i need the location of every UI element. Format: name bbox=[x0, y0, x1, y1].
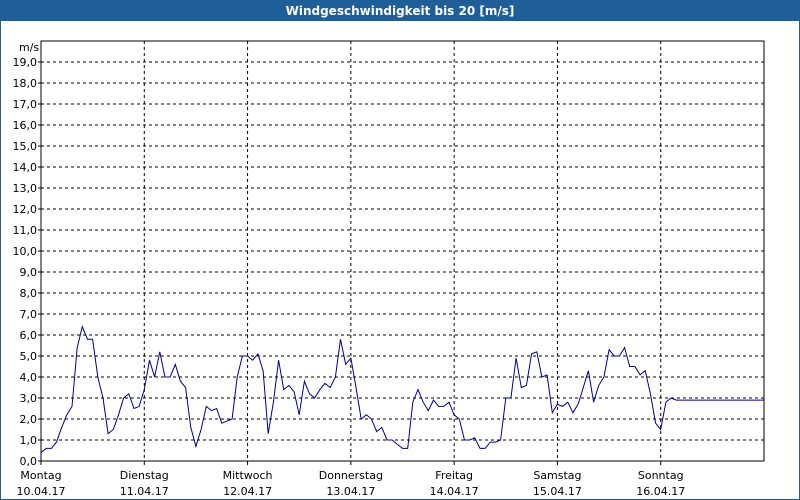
wind-speed-chart: m/s 0,0 1,0 2,0 3,0 4,0 5,0 6,0 7,0 8,0 9,0 10,0 11… bbox=[13, 40, 765, 498]
x-tick-date: 12.04.17 bbox=[223, 485, 272, 498]
y-tick-label: 19,0 bbox=[13, 56, 38, 69]
x-tick-date: 13.04.17 bbox=[326, 485, 375, 498]
x-tick-weekday: Montag bbox=[20, 469, 61, 482]
x-tick-weekday: Donnerstag bbox=[319, 469, 383, 482]
chart-window: Windgeschwindigkeit bis 20 [m/s] m/s 0,0… bbox=[0, 0, 800, 500]
y-tick-labels: 0,0 1,0 2,0 3,0 4,0 5,0 6,0 7,0 8,0 9,0 10,0 11,0 12… bbox=[13, 56, 38, 468]
x-tick-weekday: Freitag bbox=[435, 469, 473, 482]
x-tick-date: 10.04.17 bbox=[17, 485, 66, 498]
y-tick-label: 2,0 bbox=[20, 413, 38, 426]
y-tick-label: 9,0 bbox=[20, 266, 38, 279]
y-tick-label: 14,0 bbox=[13, 161, 38, 174]
y-tick-label: 11,0 bbox=[13, 224, 38, 237]
axes bbox=[38, 40, 765, 465]
y-tick-label: 3,0 bbox=[20, 392, 38, 405]
x-tick-weekday: Sonntag bbox=[638, 469, 684, 482]
x-tick-date: 16.04.17 bbox=[636, 485, 685, 498]
y-tick-label: 15,0 bbox=[13, 140, 38, 153]
wind-speed-line bbox=[40, 324, 764, 453]
y-tick-label: 0,0 bbox=[20, 455, 38, 468]
x-tick-weekday: Mittwoch bbox=[223, 469, 273, 482]
y-axis-unit-label: m/s bbox=[19, 41, 39, 54]
x-tick-weekday: Dienstag bbox=[120, 469, 169, 482]
x-tick-date: 11.04.17 bbox=[120, 485, 169, 498]
x-tick-date: 14.04.17 bbox=[430, 485, 479, 498]
y-tick-label: 1,0 bbox=[20, 434, 38, 447]
y-tick-label: 8,0 bbox=[20, 287, 38, 300]
y-tick-label: 17,0 bbox=[13, 98, 38, 111]
window-title: Windgeschwindigkeit bis 20 [m/s] bbox=[1, 1, 799, 21]
y-tick-label: 16,0 bbox=[13, 119, 38, 132]
x-tick-weekday: Samstag bbox=[533, 469, 581, 482]
x-tick-date: 15.04.17 bbox=[533, 485, 582, 498]
y-tick-label: 6,0 bbox=[20, 329, 38, 342]
grid bbox=[41, 41, 764, 461]
x-tick-labels: Montag 10.04.17 Dienstag 11.04.17 Mittwoch 12… bbox=[17, 469, 686, 498]
y-tick-label: 12,0 bbox=[13, 203, 38, 216]
y-tick-label: 10,0 bbox=[13, 245, 38, 258]
y-tick-label: 7,0 bbox=[20, 308, 38, 321]
y-tick-label: 13,0 bbox=[13, 182, 38, 195]
y-tick-label: 5,0 bbox=[20, 350, 38, 363]
y-tick-label: 18,0 bbox=[13, 77, 38, 90]
y-tick-label: 4,0 bbox=[20, 371, 38, 384]
